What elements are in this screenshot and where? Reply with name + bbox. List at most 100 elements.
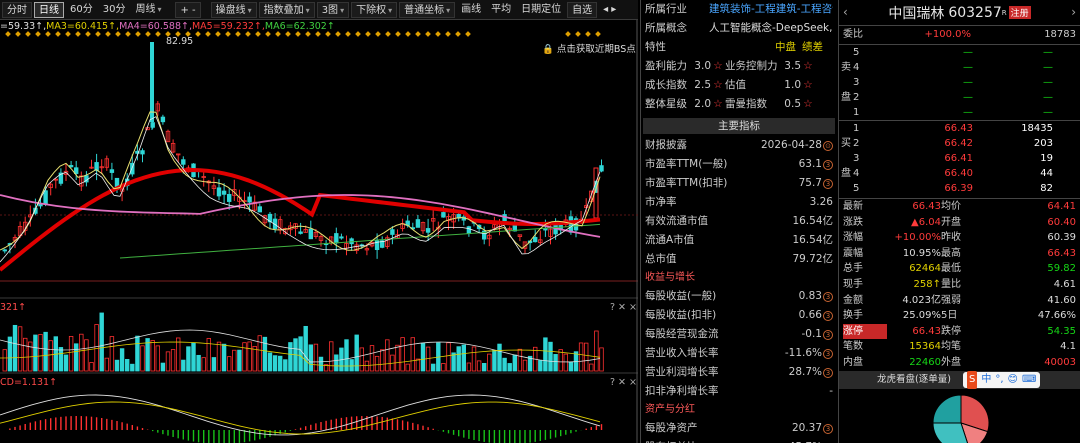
section-earnings-growth: 收益与增长 — [645, 272, 695, 283]
ask-level[interactable]: 3 — — — [839, 75, 1080, 90]
dropdown-index-overlay[interactable]: 指数叠加 ▾ — [258, 1, 315, 18]
indicator-row[interactable]: 每股净资产 20.37 3 — [641, 419, 837, 438]
ask-level[interactable]: 盘 2 — — — [839, 90, 1080, 105]
indicator-row[interactable]: 财报披露 2026-04-28 ⊙ — [641, 136, 837, 155]
nav-arrows[interactable]: ◂ ▸ — [599, 2, 620, 18]
volume-bar — [79, 333, 84, 372]
info-badge-icon[interactable]: 3 — [823, 348, 833, 359]
bid-level[interactable]: 3 66.41 19 — [839, 151, 1080, 166]
kline-chart[interactable]: =59.33↑,MA3=60.415↑,MA4=60.588↑,MA5=59.2… — [0, 20, 638, 443]
volume-bar — [517, 348, 523, 372]
bid-level[interactable]: 1 66.43 18435 — [839, 121, 1080, 136]
main-indicators-header[interactable]: 主要指标 — [643, 118, 835, 134]
average-button[interactable]: 平均 — [487, 2, 515, 18]
tab-30min[interactable]: 30分 — [99, 2, 130, 18]
ime-punctuation[interactable]: °, — [995, 371, 1003, 389]
indicator-value: -11.6% — [784, 347, 822, 359]
bid-level[interactable]: 5 66.39 82 — [839, 181, 1080, 196]
volume-panel-controls[interactable]: ? ✕ × — [610, 302, 637, 314]
indicator-row[interactable]: 总市值 79.72亿 — [641, 250, 837, 269]
indicator-row[interactable]: 每股收益(一般) 0.83 3 — [641, 287, 837, 306]
ime-keyboard-icon[interactable]: ⌨ — [1022, 371, 1036, 389]
info-badge-icon[interactable]: 3 — [823, 329, 833, 340]
volume-bar — [328, 341, 334, 372]
volume-bar — [155, 345, 160, 372]
indicator-row[interactable]: 股东权益比45.7%3 — [641, 438, 837, 443]
bs-hint[interactable]: 🔒 点击获取近期BS点 — [542, 44, 636, 56]
info-badge-icon[interactable]: 3 — [823, 423, 833, 434]
indicator-label: 总市值 — [645, 253, 677, 265]
info-badge-icon[interactable]: 3 — [823, 310, 833, 321]
book-price: — — [963, 77, 973, 88]
quote-field-value: 66.43 — [912, 325, 941, 337]
tab-weekly[interactable]: 周线 ▾ — [131, 2, 165, 18]
volume-bar — [441, 363, 446, 372]
indicator-row[interactable]: 扣非净利增长率 - — [641, 382, 837, 401]
volume-bar — [150, 340, 155, 372]
info-badge-icon[interactable]: 3 — [823, 367, 833, 378]
macd-panel-controls[interactable]: ? ✕ × — [610, 377, 637, 389]
tab-intraday[interactable]: 分时 — [2, 1, 32, 18]
industry-row[interactable]: 所属行业 建筑装饰-工程建筑-工程咨询... — [641, 0, 837, 19]
book-side-label: 买 — [841, 138, 851, 149]
book-volume: — — [1043, 62, 1053, 73]
volume-bar — [522, 359, 528, 372]
indicator-row[interactable]: 市盈率TTM(一般) 63.1 3 — [641, 155, 837, 174]
concept-row[interactable]: 所属概念 人工智能概念-DeepSeek,人... — [641, 19, 837, 38]
zoom-buttons[interactable]: + - — [175, 1, 201, 18]
volume-bar — [283, 359, 288, 372]
volume-bar — [553, 354, 558, 372]
watchlist-button[interactable]: 自选 — [567, 1, 598, 18]
indicator-row[interactable]: 流通A市值 16.54亿 — [641, 231, 837, 250]
dropdown-axis[interactable]: 普通坐标 ▾ — [399, 1, 456, 18]
ask-level[interactable]: 5 — — — [839, 45, 1080, 60]
indicator-row[interactable]: 每股经营现金流 -0.1 3 — [641, 325, 837, 344]
industry-value[interactable]: 建筑装饰-工程建筑-工程咨询... — [709, 0, 833, 19]
volume-bar — [181, 359, 186, 372]
ime-toolbar[interactable]: S 中 °, 😊 ⌨ — [963, 370, 1041, 389]
ime-chinese-mode[interactable]: 中 — [981, 371, 991, 389]
book-price: — — [963, 107, 973, 118]
ask-level[interactable]: 1 — — — [839, 105, 1080, 120]
sogou-icon[interactable]: S — [967, 370, 978, 389]
bid-level[interactable]: 买 2 66.42 203 — [839, 136, 1080, 151]
indicator-row[interactable]: 有效流通市值 16.54亿 — [641, 212, 837, 231]
book-side-label — [839, 121, 853, 136]
info-badge-icon[interactable]: 3 — [823, 159, 833, 170]
indicator-row[interactable]: 市盈率TTM(扣非) 75.7 3 — [641, 174, 837, 193]
info-badge-icon[interactable]: 3 — [823, 178, 833, 189]
candle-body — [257, 206, 262, 213]
info-badge-icon[interactable]: ⊙ — [823, 140, 833, 151]
indicator-row[interactable]: 营业收入增长率 -11.6% 3 — [641, 344, 837, 363]
volume-bar — [140, 345, 145, 372]
quote-field-label: 内盘 — [843, 356, 863, 368]
order-ratio-row: 委比 +100.0% 18783 — [839, 26, 1080, 44]
kline-chart-svg[interactable] — [0, 20, 638, 443]
volume-bar — [446, 342, 451, 372]
peak-price-label: 82.95 — [166, 36, 194, 47]
signal-marker — [385, 31, 391, 37]
concept-value[interactable]: 人工智能概念-DeepSeek,人... — [709, 19, 833, 38]
ask-level[interactable]: 卖 4 — — — [839, 60, 1080, 75]
dropdown-ex-rights[interactable]: 下除权 ▾ — [351, 1, 398, 18]
bid-level[interactable]: 盘 4 66.40 44 — [839, 166, 1080, 181]
prev-stock-icon[interactable]: ‹ — [843, 5, 848, 19]
dropdown-operation-line[interactable]: 操盘线 ▾ — [210, 1, 257, 18]
indicator-value: 45.7% — [755, 438, 822, 443]
dropdown-chart-count[interactable]: 3图 ▾ — [316, 1, 350, 18]
tab-60min[interactable]: 60分 — [66, 2, 97, 18]
indicator-row[interactable]: 每股收益(扣非) 0.66 3 — [641, 306, 837, 325]
indicator-row[interactable]: 营业利润增长率 28.7% 3 — [641, 363, 837, 382]
ime-emoji-icon[interactable]: 😊 — [1008, 371, 1018, 389]
date-locate-button[interactable]: 日期定位 — [517, 2, 565, 18]
volume-bar — [114, 359, 120, 372]
draw-line-button[interactable]: 画线 — [457, 2, 485, 18]
stock-title: ‹ 中国瑞林 603257 R 注册 › — [839, 0, 1080, 26]
indicator-row[interactable]: 市净率 3.26 — [641, 193, 837, 212]
dragon-tiger-header[interactable]: 龙虎看盘(逐单量) S 中 °, 😊 ⌨ — [839, 370, 1080, 389]
indicator-label: 市盈率TTM(扣非) — [645, 177, 728, 189]
tab-daily[interactable]: 日线 — [34, 1, 64, 18]
info-badge-icon[interactable]: 3 — [823, 291, 833, 302]
next-stock-icon[interactable]: › — [1071, 5, 1076, 19]
volume-bar — [563, 353, 568, 372]
